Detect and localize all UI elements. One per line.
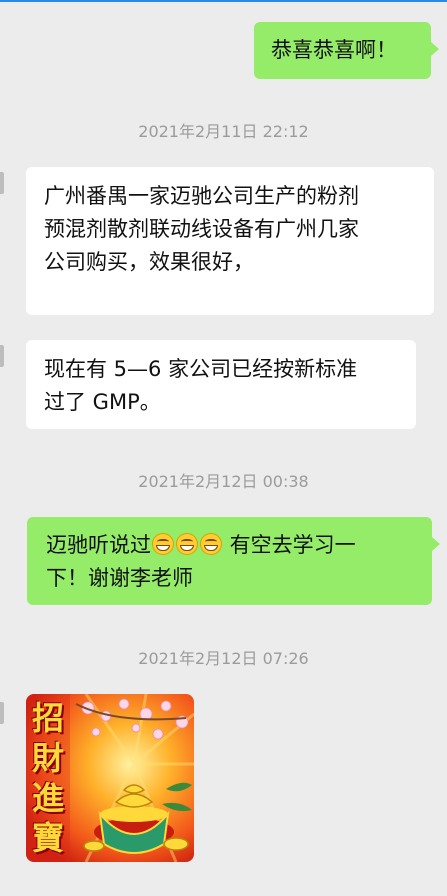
sticker-character: 招 xyxy=(32,699,65,737)
message-line: 过了 GMP。 xyxy=(44,390,161,414)
grin-emoji-icon xyxy=(152,533,174,555)
timestamp: 2021年2月12日 07:26 xyxy=(138,649,309,668)
message-line: 公司购买，效果很好， xyxy=(44,250,254,274)
grin-emoji-icon xyxy=(176,533,198,555)
timestamp: 2021年2月11日 22:12 xyxy=(138,122,309,141)
sender-avatar-edge[interactable] xyxy=(0,702,4,724)
received-message-bubble[interactable]: 广州番禺一家迈驰公司生产的粉剂 预混剂散剂联动线设备有广州几家 公司购买，效果很… xyxy=(26,167,434,315)
message-line: 迈驰听说过 有空去学习一 xyxy=(46,530,432,560)
message-text: 恭喜恭喜啊！ xyxy=(271,38,397,62)
bubble-tail xyxy=(431,42,439,56)
timestamp: 2021年2月12日 00:38 xyxy=(138,472,309,491)
message-line: 下！谢谢李老师 xyxy=(46,566,193,590)
sender-avatar-edge[interactable] xyxy=(0,345,4,367)
grin-emoji-icon xyxy=(200,533,222,555)
message-line: 预混剂散剂联动线设备有广州几家 xyxy=(44,217,359,241)
sticker-character: 進 xyxy=(32,779,65,817)
sent-message-bubble[interactable]: 恭喜恭喜啊！ xyxy=(254,22,431,79)
sticker-character: 財 xyxy=(32,739,65,777)
bubble-tail xyxy=(432,537,440,551)
message-text: 有空去学习一 xyxy=(223,533,356,557)
chat-screen: 恭喜恭喜啊！ 2021年2月11日 22:12 广州番禺一家迈驰公司生产的粉剂 … xyxy=(0,0,447,896)
sender-avatar-edge[interactable] xyxy=(0,172,4,194)
message-text: 迈驰听说过 xyxy=(46,533,151,557)
zhaocai-jinbao-sticker[interactable]: 招 財 進 寶 xyxy=(26,694,194,862)
message-line: 广州番禺一家迈驰公司生产的粉剂 xyxy=(44,184,359,208)
received-message-bubble[interactable]: 现在有 5—6 家公司已经按新标准 过了 GMP。 xyxy=(26,340,416,429)
sent-message-bubble[interactable]: 迈驰听说过 有空去学习一 下！谢谢李老师 xyxy=(27,517,432,605)
top-accent-line xyxy=(0,0,447,2)
message-line: 现在有 5—6 家公司已经按新标准 xyxy=(44,357,358,381)
sticker-character: 寶 xyxy=(32,819,65,857)
